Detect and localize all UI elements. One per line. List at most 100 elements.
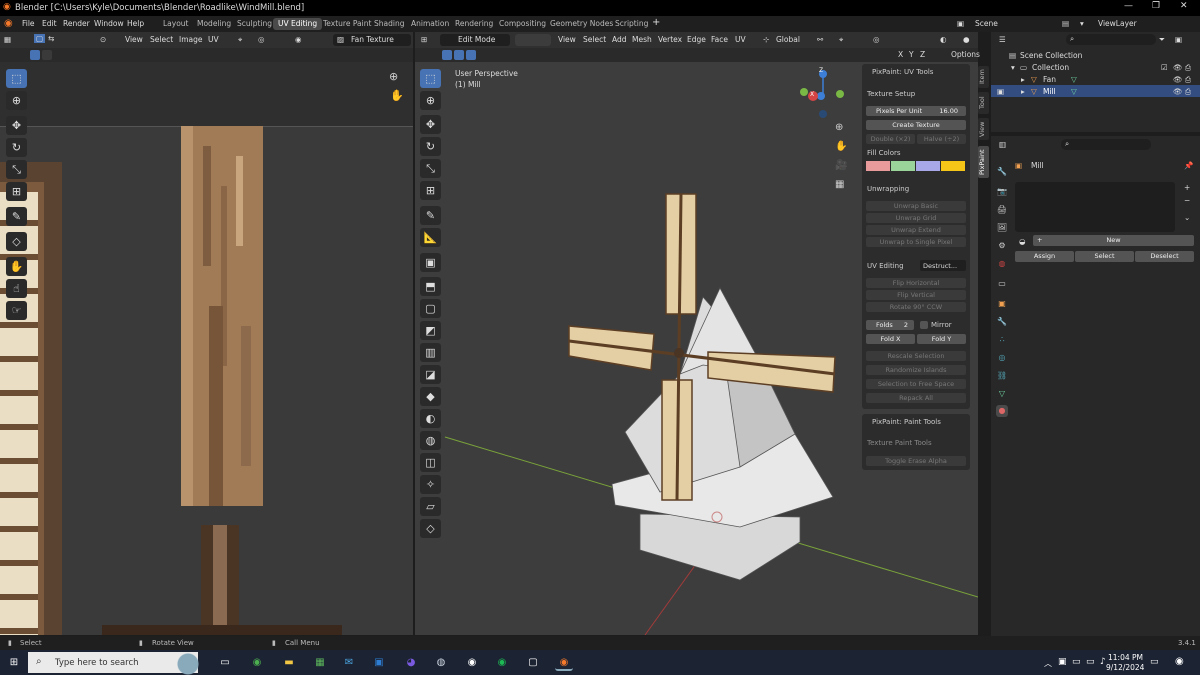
collection-render-icon[interactable]: ⎙ — [1185, 63, 1191, 73]
maximize-icon[interactable]: ❐ — [1152, 1, 1160, 11]
ms-store-icon[interactable]: ▦ — [311, 654, 329, 671]
viewlayer-icon[interactable]: ▤ — [1062, 19, 1069, 28]
side-tab-view[interactable]: View — [978, 118, 989, 140]
collection-properties-icon[interactable]: ▭ — [996, 278, 1008, 290]
uv-menu-select[interactable]: Select — [150, 35, 173, 44]
gizmo-z-label[interactable]: Z — [819, 67, 823, 74]
vp-inset-tool-icon[interactable]: ▢ — [420, 299, 441, 318]
github-icon[interactable]: ◉ — [463, 654, 481, 671]
fan-expand-icon[interactable]: ▸ — [1021, 75, 1025, 84]
overlay-icon[interactable]: ◉ — [295, 35, 302, 44]
mirror-y-toggle[interactable]: Y — [909, 50, 914, 59]
face-select-icon[interactable] — [466, 50, 476, 60]
uv-edge-mode-icon[interactable] — [42, 50, 52, 60]
paint-tools-title[interactable]: PixPaint: Paint Tools — [872, 418, 941, 426]
collection-visibility-icon[interactable]: 👁 — [1173, 63, 1183, 72]
rotate-tool-icon[interactable]: ↻ — [6, 138, 27, 157]
view-menu-uv[interactable]: UV — [735, 35, 746, 44]
spotify-icon[interactable]: ◉ — [493, 654, 511, 671]
close-icon[interactable]: ✕ — [1180, 1, 1188, 11]
tab-geometry-nodes[interactable]: Geometry Nodes — [545, 18, 618, 30]
vp-camera-icon[interactable]: 🎥 — [835, 160, 847, 171]
unwrap-extend-button[interactable]: Unwrap Extend — [866, 225, 966, 235]
image-selector[interactable]: ▨ Fan Texture — [333, 34, 411, 46]
outliner-editor-icon[interactable]: ☰ — [999, 35, 1006, 44]
physics-properties-icon[interactable]: ◎ — [996, 352, 1008, 364]
view-menu-vertex[interactable]: Vertex — [658, 35, 682, 44]
menu-edit[interactable]: Edit — [42, 19, 57, 28]
snap-icon[interactable]: ⌖ — [238, 35, 242, 45]
toggle-erase-alpha-button[interactable]: Toggle Erase Alpha — [866, 456, 966, 466]
pinch-tool-icon[interactable]: ☞ — [6, 301, 27, 320]
scene-name[interactable]: Scene — [975, 19, 998, 28]
viewlayer-name[interactable]: ViewLayer — [1098, 19, 1137, 28]
uv-menu-uv[interactable]: UV — [208, 35, 219, 44]
shading-icon[interactable]: ● — [963, 35, 970, 44]
orientation-icon[interactable]: ⊹ — [763, 35, 769, 44]
menu-file[interactable]: File — [22, 19, 35, 28]
add-workspace-icon[interactable]: + — [652, 17, 660, 28]
outliner-row-fan[interactable]: ▸ ▽ Fan ▽ 👁 ⎙ — [991, 73, 1200, 85]
tab-rendering[interactable]: Rendering — [450, 18, 498, 30]
vp-spin-tool-icon[interactable]: ◐ — [420, 409, 441, 428]
render-properties-icon[interactable]: 📷 — [996, 186, 1008, 198]
vp-transform-tool-icon[interactable]: ⊞ — [420, 181, 441, 200]
vp-ortho-icon[interactable]: ▦ — [835, 179, 844, 190]
uv-select-mode-icon[interactable]: ▢ — [34, 34, 46, 43]
tab-layout[interactable]: Layout — [158, 18, 194, 30]
discord-icon[interactable]: ◕ — [402, 654, 420, 671]
tab-sculpting[interactable]: Sculpting — [232, 18, 277, 30]
chrome-icon[interactable]: ◉ — [248, 654, 266, 671]
unwrap-grid-button[interactable]: Unwrap Grid — [866, 213, 966, 223]
object-properties-icon[interactable]: ▣ — [996, 298, 1008, 310]
uv-vertex-mode-icon[interactable] — [30, 50, 40, 60]
vp-pan-icon[interactable]: ✋ — [835, 141, 847, 152]
mill-render-icon[interactable]: ⎙ — [1185, 87, 1191, 97]
unwrap-basic-button[interactable]: Unwrap Basic — [866, 201, 966, 211]
annotate-tool-icon[interactable]: ✎ — [6, 207, 27, 226]
grab-tool-icon[interactable]: ✋ — [6, 257, 27, 276]
world-properties-icon[interactable]: ◍ — [996, 258, 1008, 270]
task-view-icon[interactable]: ▭ — [216, 654, 234, 671]
constraints-properties-icon[interactable]: ⛓ — [996, 370, 1008, 382]
view-menu-face[interactable]: Face — [711, 35, 728, 44]
material-slots-list[interactable] — [1015, 182, 1175, 232]
cursor-tool-icon[interactable]: ⊕ — [6, 91, 27, 110]
viewlayer-dropdown-icon[interactable]: ▾ — [1080, 19, 1084, 28]
data-properties-icon[interactable]: ▽ — [996, 388, 1008, 400]
gizmo-x-label[interactable]: X — [810, 91, 814, 98]
windows-start-icon[interactable]: ⊞ — [5, 654, 23, 671]
view-menu-edge[interactable]: Edge — [687, 35, 706, 44]
side-tab-tool[interactable]: Tool — [978, 92, 989, 114]
select-button[interactable]: Select — [1075, 251, 1134, 262]
vp-knife-tool-icon[interactable]: ◪ — [420, 365, 441, 384]
transform-tool-icon[interactable]: ⊞ — [6, 182, 27, 201]
fill-swatch-2[interactable] — [891, 161, 915, 171]
editor-type-icon[interactable]: ▦ — [4, 35, 11, 44]
tab-uv-editing[interactable]: UV Editing — [273, 18, 323, 30]
minimize-icon[interactable]: — — [1124, 1, 1133, 11]
fill-swatch-4[interactable] — [941, 161, 965, 171]
randomize-islands-button[interactable]: Randomize Islands — [866, 365, 966, 375]
uv-menu-view[interactable]: View — [125, 35, 143, 44]
view-menu-select[interactable]: Select — [583, 35, 606, 44]
vp-smooth-tool-icon[interactable]: ◍ — [420, 431, 441, 450]
vp-measure-tool-icon[interactable]: 📐 — [420, 228, 441, 247]
view-menu-add[interactable]: Add — [612, 35, 627, 44]
notification-icon[interactable]: ▭ — [1150, 657, 1159, 667]
menu-window[interactable]: Window — [94, 19, 124, 28]
twitch-icon[interactable]: ▢ — [524, 654, 542, 671]
tray-chevron-icon[interactable]: ︿ — [1044, 658, 1052, 669]
network-icon[interactable]: ▭ — [1086, 657, 1095, 667]
tab-shading[interactable]: Shading — [369, 18, 409, 30]
vp-bevel-tool-icon[interactable]: ◩ — [420, 321, 441, 340]
mirror-checkbox[interactable] — [920, 321, 928, 329]
account-icon[interactable]: ◉ — [1175, 656, 1184, 667]
uv-sync-icon[interactable]: ⇆ — [48, 34, 54, 43]
view-layer-properties-icon[interactable]: 🖼 — [996, 222, 1008, 234]
select-tool-icon[interactable]: ⬚ — [6, 69, 27, 88]
vp-add-cube-tool-icon[interactable]: ▣ — [420, 253, 441, 272]
pivot-point-icon[interactable]: ⚯ — [817, 35, 823, 44]
fill-swatch-3[interactable] — [916, 161, 940, 171]
fan-visibility-icon[interactable]: 👁 — [1173, 75, 1183, 84]
